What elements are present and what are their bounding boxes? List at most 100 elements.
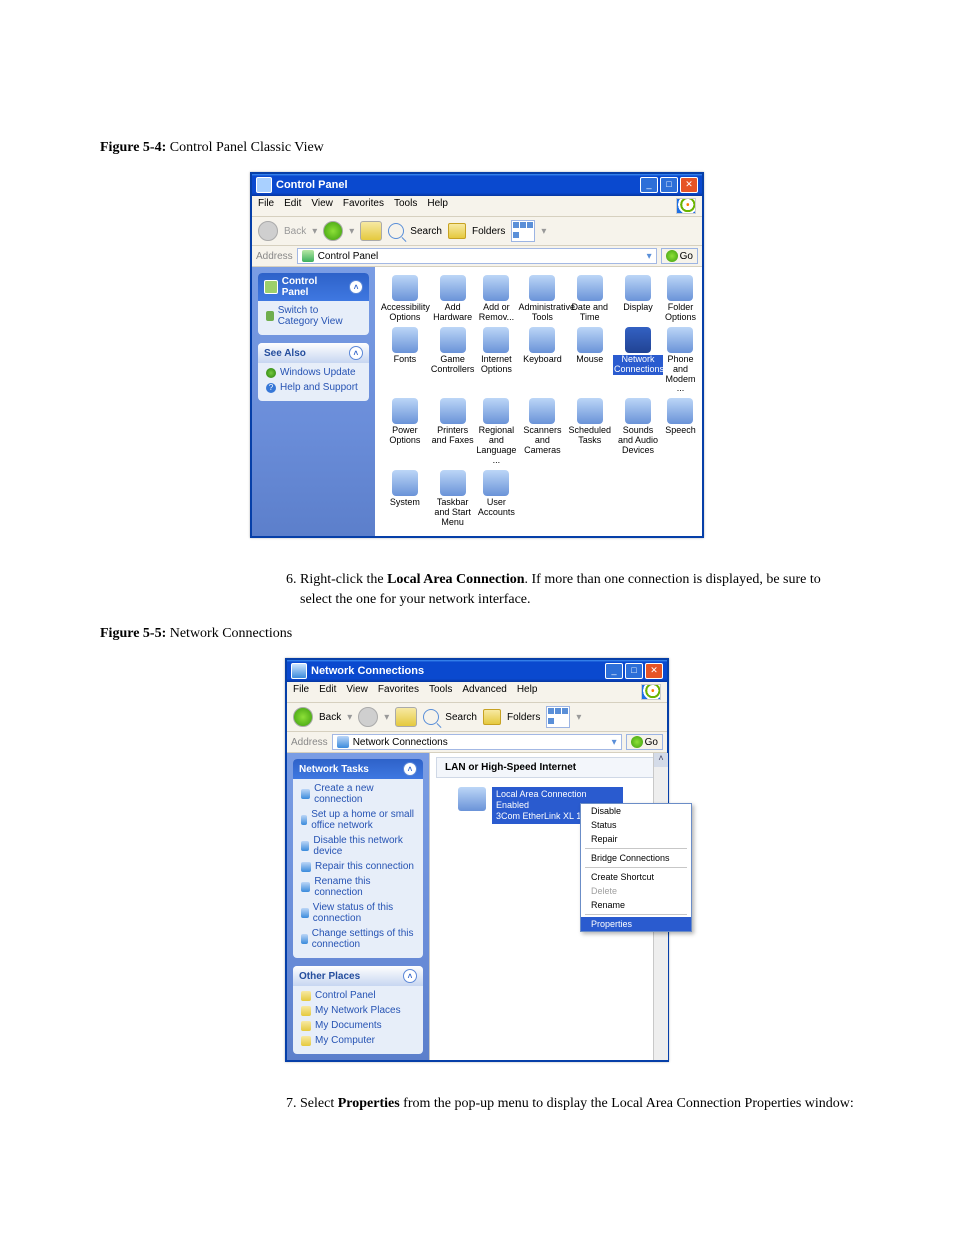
collapse-icon[interactable]: ˄ bbox=[403, 969, 417, 983]
context-menu-item[interactable]: Repair bbox=[581, 832, 691, 846]
control-panel-item[interactable]: Administrative Tools bbox=[518, 275, 566, 323]
context-menu-item[interactable]: Disable bbox=[581, 804, 691, 818]
forward-button[interactable] bbox=[323, 221, 343, 241]
menu-advanced[interactable]: Advanced bbox=[462, 684, 506, 700]
folders-icon[interactable] bbox=[483, 709, 501, 725]
cp-icon bbox=[440, 275, 466, 301]
task-link[interactable]: Disable this network device bbox=[301, 835, 415, 857]
menu-edit[interactable]: Edit bbox=[284, 198, 301, 214]
cp-label: Accessibility Options bbox=[381, 303, 429, 323]
control-panel-item[interactable]: Add Hardware bbox=[431, 275, 475, 323]
back-button[interactable] bbox=[258, 221, 278, 241]
task-link[interactable]: View status of this connection bbox=[301, 902, 415, 924]
address-dropdown-icon[interactable]: ▾ bbox=[647, 251, 652, 262]
views-button[interactable] bbox=[511, 220, 535, 242]
menu-file[interactable]: File bbox=[293, 684, 309, 700]
cp-icon bbox=[577, 398, 603, 424]
scroll-up-icon[interactable]: ˄ bbox=[654, 753, 668, 767]
folders-icon[interactable] bbox=[448, 223, 466, 239]
search-icon[interactable] bbox=[423, 709, 439, 725]
context-menu-item[interactable]: Status bbox=[581, 818, 691, 832]
cp-label: Add or Remov... bbox=[476, 303, 516, 323]
search-label[interactable]: Search bbox=[445, 712, 477, 723]
control-panel-item[interactable]: Accessibility Options bbox=[381, 275, 429, 323]
collapse-icon[interactable]: ˄ bbox=[349, 346, 363, 360]
control-panel-item[interactable]: Taskbar and Start Menu bbox=[431, 470, 475, 528]
control-panel-item[interactable]: Game Controllers bbox=[431, 327, 475, 395]
menu-help[interactable]: Help bbox=[427, 198, 448, 214]
minimize-button[interactable]: _ bbox=[640, 177, 658, 193]
maximize-button[interactable]: □ bbox=[660, 177, 678, 193]
control-panel-item[interactable]: Speech bbox=[665, 398, 696, 466]
window-title: Network Connections bbox=[311, 665, 605, 677]
close-button[interactable]: ✕ bbox=[645, 663, 663, 679]
context-menu-item[interactable]: Create Shortcut bbox=[581, 870, 691, 884]
search-label[interactable]: Search bbox=[410, 226, 442, 237]
control-panel-item[interactable]: User Accounts bbox=[476, 470, 516, 528]
control-panel-item[interactable]: System bbox=[381, 470, 429, 528]
windows-update-link[interactable]: Windows Update bbox=[266, 367, 361, 378]
control-panel-item[interactable]: Keyboard bbox=[518, 327, 566, 395]
forward-button[interactable] bbox=[358, 707, 378, 727]
menu-tools[interactable]: Tools bbox=[429, 684, 452, 700]
menu-file[interactable]: File bbox=[258, 198, 274, 214]
control-panel-item[interactable]: Scanners and Cameras bbox=[518, 398, 566, 466]
place-link[interactable]: Control Panel bbox=[301, 990, 415, 1001]
task-link[interactable]: Repair this connection bbox=[301, 861, 415, 872]
switch-category-view-link[interactable]: Switch to Category View bbox=[266, 305, 361, 327]
task-link[interactable]: Change settings of this connection bbox=[301, 928, 415, 950]
address-field[interactable]: Network Connections ▾ bbox=[332, 734, 622, 750]
menu-edit[interactable]: Edit bbox=[319, 684, 336, 700]
context-menu-item[interactable]: Rename bbox=[581, 898, 691, 912]
help-support-link[interactable]: ? Help and Support bbox=[266, 382, 361, 393]
control-panel-item[interactable]: Network Connections bbox=[613, 327, 663, 395]
address-dropdown-icon[interactable]: ▾ bbox=[612, 737, 617, 748]
search-icon[interactable] bbox=[388, 223, 404, 239]
place-link[interactable]: My Documents bbox=[301, 1020, 415, 1031]
control-panel-item[interactable]: Date and Time bbox=[568, 275, 611, 323]
close-button[interactable]: ✕ bbox=[680, 177, 698, 193]
cp-label: Phone and Modem ... bbox=[665, 355, 696, 395]
control-panel-item[interactable]: Power Options bbox=[381, 398, 429, 466]
task-link[interactable]: Create a new connection bbox=[301, 783, 415, 805]
minimize-button[interactable]: _ bbox=[605, 663, 623, 679]
menu-favorites[interactable]: Favorites bbox=[378, 684, 419, 700]
views-button[interactable] bbox=[546, 706, 570, 728]
control-panel-item[interactable]: Scheduled Tasks bbox=[568, 398, 611, 466]
control-panel-item[interactable]: Folder Options bbox=[665, 275, 696, 323]
place-link[interactable]: My Computer bbox=[301, 1035, 415, 1046]
up-button[interactable] bbox=[395, 707, 417, 727]
control-panel-item[interactable]: Sounds and Audio Devices bbox=[613, 398, 663, 466]
cp-icon bbox=[440, 398, 466, 424]
place-link[interactable]: My Network Places bbox=[301, 1005, 415, 1016]
control-panel-item[interactable]: Printers and Faxes bbox=[431, 398, 475, 466]
collapse-icon[interactable]: ˄ bbox=[403, 762, 417, 776]
menu-view[interactable]: View bbox=[311, 198, 333, 214]
control-panel-item[interactable]: Display bbox=[613, 275, 663, 323]
folders-label[interactable]: Folders bbox=[472, 226, 505, 237]
task-link[interactable]: Rename this connection bbox=[301, 876, 415, 898]
folders-label[interactable]: Folders bbox=[507, 712, 540, 723]
control-panel-item[interactable]: Internet Options bbox=[476, 327, 516, 395]
up-button[interactable] bbox=[360, 221, 382, 241]
task-link[interactable]: Set up a home or small office network bbox=[301, 809, 415, 831]
go-button[interactable]: Go bbox=[626, 734, 663, 750]
back-button[interactable] bbox=[293, 707, 313, 727]
control-panel-item[interactable]: Regional and Language ... bbox=[476, 398, 516, 466]
control-panel-item[interactable]: Mouse bbox=[568, 327, 611, 395]
control-panel-item[interactable]: Phone and Modem ... bbox=[665, 327, 696, 395]
address-label: Address bbox=[291, 737, 328, 748]
menu-help[interactable]: Help bbox=[517, 684, 538, 700]
maximize-button[interactable]: □ bbox=[625, 663, 643, 679]
collapse-icon[interactable]: ˄ bbox=[349, 280, 363, 294]
menu-favorites[interactable]: Favorites bbox=[343, 198, 384, 214]
menu-view[interactable]: View bbox=[346, 684, 368, 700]
control-panel-item[interactable]: Fonts bbox=[381, 327, 429, 395]
address-field[interactable]: Control Panel ▾ bbox=[297, 248, 657, 264]
control-panel-item[interactable]: Add or Remov... bbox=[476, 275, 516, 323]
context-menu-item[interactable]: Bridge Connections bbox=[581, 851, 691, 865]
context-menu-item[interactable]: Properties bbox=[581, 917, 691, 931]
go-button[interactable]: Go bbox=[661, 248, 698, 264]
address-value: Network Connections bbox=[353, 737, 448, 748]
menu-tools[interactable]: Tools bbox=[394, 198, 417, 214]
